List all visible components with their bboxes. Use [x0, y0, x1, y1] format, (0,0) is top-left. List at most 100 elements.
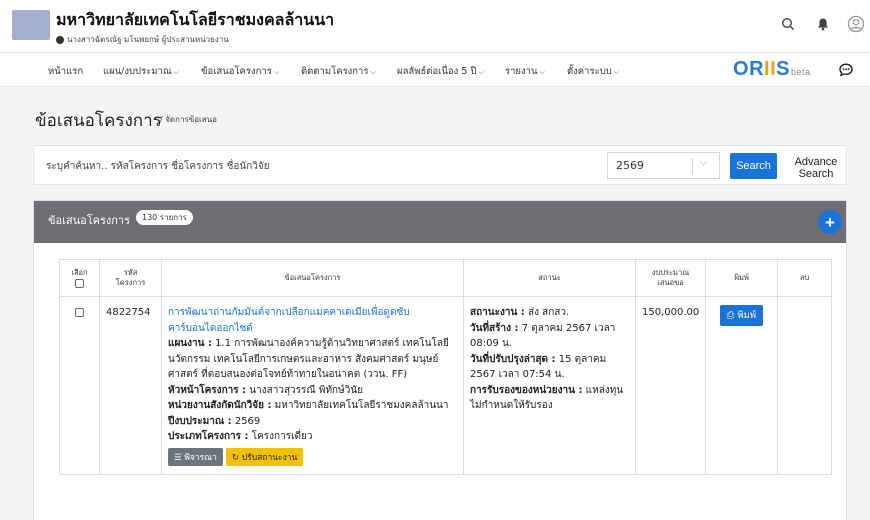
row-checkbox[interactable] [75, 307, 84, 317]
updated-label: วันที่ปรับปรุงล่าสุด : [470, 353, 556, 365]
chevron-down-icon: ⌵ [273, 68, 280, 76]
select-all-checkbox[interactable] [75, 278, 84, 288]
row-budget: 150,000.00 [635, 296, 706, 475]
col-code-label: รหัส [123, 268, 138, 277]
table-row: 4822754 การพัฒนาถ่านกัมมันต์จากเปลือกแมค… [59, 296, 832, 475]
nav-item-tracking[interactable]: ติดตามโครงการ ⌵ [301, 64, 376, 79]
refresh-icon: ↻ [231, 452, 242, 463]
col-budget-label: งบประมาณ [651, 268, 690, 277]
logo-beta: beta [790, 67, 811, 77]
top-header: มหาวิทยาลัยเทคโนโลยีราชมงคลล้านนา นางสาว… [0, 0, 870, 53]
search-card: 2569 ⌵ Search Advance Search [33, 145, 847, 185]
year-select[interactable]: 2569 ⌵ [607, 152, 720, 179]
chevron-down-icon: ⌵ [539, 68, 545, 76]
list-icon: ☰ [174, 452, 185, 463]
unit-line: หน่วยงานสังกัดนักวิจัย : มหาวิทยาลัยเทคโ… [168, 398, 457, 414]
updated-line: วันที่ปรับปรุงล่าสุด : 15 ตุลาคม 2567 เว… [470, 352, 629, 383]
select-divider [692, 158, 693, 174]
row-actions: ☰ พิจารณา ↻ ปรับสถานะงาน [168, 447, 457, 466]
chevron-down-icon: ⌵ [478, 68, 484, 76]
search-icon[interactable] [778, 14, 798, 34]
approval-line: การรับรองของหน่วยงาน : แหล่งทุนไม่กำหนดใ… [470, 383, 629, 414]
breadcrumb: / จัดการข้อเสนอ [160, 115, 217, 124]
bell-icon[interactable] [813, 14, 833, 34]
university-logo[interactable] [12, 10, 50, 40]
nav-item-plan-budget[interactable]: แผน/งบประมาณ ⌵ [103, 64, 179, 79]
count-badge: 130 รายการ [136, 210, 193, 225]
update-status-label: ปรับสถานะงาน [241, 452, 298, 463]
fiscal-year-label: ปีงบประมาณ : [168, 415, 232, 427]
row-print-cell: ⎙ พิมพ์ [705, 296, 778, 475]
plan-label: แผนงาน : [168, 338, 212, 349]
col-budget: งบประมาณ เสนอขอ [635, 259, 706, 297]
consider-label: พิจารณา [184, 452, 217, 463]
chevron-down-icon: ⌵ [173, 68, 180, 76]
unit-label: หน่วยงานสังกัดนักวิจัย : [168, 400, 272, 411]
year-value: 2569 [616, 159, 644, 172]
col-select: เลือก [59, 259, 100, 297]
row-status-cell: สถานะงาน : ส่ง สกสว. วันที่สร้าง : 7 ตุล… [463, 296, 636, 475]
print-button[interactable]: ⎙ พิมพ์ [719, 305, 764, 326]
col-select-label: เลือก [71, 268, 88, 277]
type-label: ประเภทโครงการ : [168, 431, 249, 442]
advance-search-button[interactable]: Advance Search [786, 156, 846, 180]
chevron-down-icon: ⌵ [370, 68, 376, 76]
col-status: สถานะ [463, 259, 636, 297]
fiscal-year-line: ปีงบประมาณ : 2569 [168, 414, 457, 430]
university-name: มหาวิทยาลัยเทคโนโลยีราชมงคลล้านนา [56, 10, 335, 29]
nav-label: ติดตามโครงการ [301, 66, 369, 77]
plan-line: แผนงาน : 1.1 การพัฒนาองค์ความรู้ด้านวิทย… [168, 336, 457, 383]
status-value: ส่ง สกสว. [527, 307, 570, 318]
nav-item-home[interactable]: หน้าแรก [48, 64, 83, 79]
user-dot-icon [56, 35, 64, 44]
created-line: วันที่สร้าง : 7 ตุลาคม 2567 เวลา 08:09 น… [470, 321, 629, 352]
row-code: 4822754 [99, 296, 162, 475]
logo-letter: II [764, 58, 777, 80]
card-title: ข้อเสนอโครงการ [48, 214, 131, 227]
chat-icon[interactable] [838, 62, 854, 82]
logo-letter: R [749, 58, 765, 80]
row-delete-cell [777, 296, 832, 475]
col-code-label-2: โครงการ [115, 278, 146, 287]
type-line: ประเภทโครงการ : โครงการเดี่ยว [168, 429, 457, 445]
nav-item-outcomes[interactable]: ผลลัพธ์ต่อเนื่อง 5 ปี ⌵ [397, 64, 484, 79]
head-label: หัวหน้าโครงการ : [168, 384, 247, 396]
add-proposal-button[interactable]: + [818, 210, 842, 234]
search-button[interactable]: Search [730, 153, 777, 179]
head-line: หัวหน้าโครงการ : นางสาวสุวรรณี พิทักษ์วิ… [168, 383, 457, 399]
printer-icon: ⎙ [726, 310, 738, 321]
row-proposal-cell: การพัฒนาถ่านกัมมันต์จากเปลือกแมคคาเดเมีย… [161, 296, 464, 475]
search-input[interactable] [46, 155, 600, 177]
logo-letter: S [776, 58, 790, 80]
user-icon[interactable] [846, 14, 866, 34]
nav-label: ข้อเสนอโครงการ [201, 66, 272, 77]
user-info: นางสาวฉัตรณัฐ มโนพยกษ์ ผู้ประสานหน่วยงาน [56, 33, 229, 46]
nav-label: ผลลัพธ์ต่อเนื่อง 5 ปี [397, 66, 477, 77]
unit-value: มหาวิทยาลัยเทคโนโลยีราชมงคลล้านนา [274, 400, 449, 411]
main-nav: หน้าแรก แผน/งบประมาณ ⌵ ข้อเสนอโครงการ ⌵ ติ… [0, 53, 870, 87]
chevron-down-icon: ⌵ [613, 68, 620, 76]
row-select-cell [59, 296, 100, 475]
project-title-link[interactable]: การพัฒนาถ่านกัมมันต์จากเปลือกแมคคาเดเมีย… [168, 305, 457, 336]
nav-item-proposal[interactable]: ข้อเสนอโครงการ ⌵ [201, 64, 279, 79]
approval-label: การรับรองของหน่วยงาน : [470, 384, 583, 396]
nav-label: หน้าแรก [48, 66, 84, 77]
card-header: ข้อเสนอโครงการ 130 รายการ + [34, 201, 846, 243]
status-line: สถานะงาน : ส่ง สกสว. [470, 305, 629, 321]
proposals-card: ข้อเสนอโครงการ 130 รายการ + เลือก รหัส โค… [33, 200, 847, 520]
head-value: นางสาวสุวรรณี พิทักษ์วินัย [249, 384, 364, 396]
oriis-logo[interactable]: ORIISbeta [733, 58, 811, 81]
proposals-table: เลือก รหัส โครงการ ข้อเสนอโครงการ สถานะ ง… [59, 259, 832, 475]
print-label: พิมพ์ [737, 310, 757, 321]
user-info-text: นางสาวฉัตรณัฐ มโนพยกษ์ ผู้ประสานหน่วยงาน [67, 35, 229, 44]
consider-button[interactable]: ☰ พิจารณา [168, 447, 223, 466]
created-label: วันที่สร้าง : [470, 322, 519, 334]
nav-item-settings[interactable]: ตั้งค่าระบบ ⌵ [567, 64, 619, 79]
logo-letter: O [733, 58, 750, 80]
col-code: รหัส โครงการ [99, 259, 162, 297]
status-label: สถานะงาน : [470, 307, 525, 318]
col-proposal: ข้อเสนอโครงการ [161, 259, 464, 297]
update-status-button[interactable]: ↻ ปรับสถานะงาน [225, 447, 304, 466]
nav-item-reports[interactable]: รายงาน ⌵ [505, 64, 545, 79]
page-title: ข้อเสนอโครงการ [35, 111, 162, 131]
